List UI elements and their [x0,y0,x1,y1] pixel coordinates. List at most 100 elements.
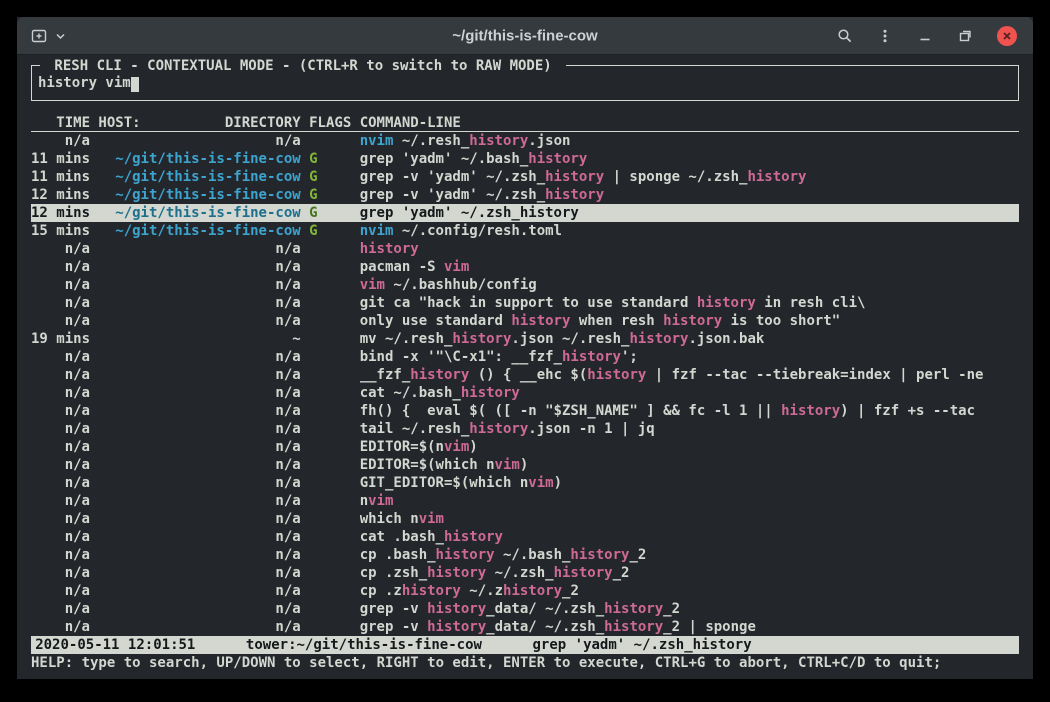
history-row[interactable]: 19 mins~mv ~/.resh_history.json ~/.resh_… [31,330,1019,348]
row-command: __fzf_history () { __ehc $(history | fzf… [360,366,1019,384]
row-time: 15 mins [31,222,90,240]
row-time: n/a [31,420,90,438]
row-time: n/a [31,132,90,150]
row-flags [309,528,351,546]
row-flags [309,276,351,294]
row-flags [309,582,351,600]
row-time: n/a [31,366,90,384]
status-bar: 2020-05-11 12:01:51tower:~/git/this-is-f… [31,636,1019,654]
restore-button[interactable] [957,28,973,44]
row-command: GIT_EDITOR=$(which nvim) [360,474,1019,492]
history-row[interactable]: n/a n/a history [31,240,1019,258]
minimize-button[interactable] [917,28,933,44]
row-time: 11 mins [31,150,90,168]
row-host-directory: n/a [98,132,300,150]
row-host-directory: n/a [98,438,300,456]
row-time: n/a [31,240,90,258]
new-tab-icon [31,28,47,44]
history-row[interactable]: 15 mins~/git/this-is-fine-cowGnvim ~/.co… [31,222,1019,240]
history-row[interactable]: n/an/atail ~/.resh_history.json -n 1 | j… [31,420,1019,438]
history-table: TIME HOST:DIRECTORY FLAGS COMMAND-LINE n… [31,114,1019,636]
titlebar[interactable]: ~/git/this-is-fine-cow [17,17,1033,55]
history-row[interactable]: n/an/avim ~/.bashhub/config [31,276,1019,294]
history-row[interactable]: n/an/anvim [31,492,1019,510]
history-row[interactable]: n/an/awhich nvim [31,510,1019,528]
row-time: n/a [31,294,90,312]
header-directory: DIRECTORY [225,114,301,131]
row-host-directory: n/a [98,312,300,330]
history-row[interactable]: n/a n/a bind -x '"\C-x1": __fzf_history'; [31,348,1019,366]
terminal-screen[interactable]: RESH CLI - CONTEXTUAL MODE - (CTRL+R to … [17,55,1033,679]
history-row[interactable]: n/an/acp .bash_history ~/.bash_history_2 [31,546,1019,564]
row-time: 12 mins [31,204,90,222]
search-input[interactable]: history vim [32,74,139,92]
history-row[interactable]: n/an/acp .zsh_history ~/.zsh_history_2 [31,564,1019,582]
row-flags [309,600,351,618]
row-command: grep 'yadm' ~/.zsh_history [360,204,1019,222]
history-row[interactable]: 12 mins~/git/this-is-fine-cowGgrep -v 'y… [31,186,1019,204]
titlebar-right-controls [837,26,1017,46]
row-command: grep -v 'yadm' ~/.zsh_history [360,186,1019,204]
history-row[interactable]: n/an/aGIT_EDITOR=$(which nvim) [31,474,1019,492]
row-time: n/a [31,258,90,276]
row-host-directory: ~/git/this-is-fine-cow [98,150,300,168]
history-row[interactable]: n/an/aonly use standard history when res… [31,312,1019,330]
row-command: history [360,240,1019,258]
history-row[interactable]: 11 mins~/git/this-is-fine-cowGgrep -v 'y… [31,168,1019,186]
resh-search-box: RESH CLI - CONTEXTUAL MODE - (CTRL+R to … [31,65,1019,101]
row-host-directory: n/a [98,456,300,474]
row-flags [309,258,351,276]
row-host-directory: n/a [98,348,300,366]
history-row[interactable]: n/an/agit ca "hack in support to use sta… [31,294,1019,312]
history-row-selected[interactable]: 12 mins~/git/this-is-fine-cowGgrep 'yadm… [31,204,1019,222]
history-row[interactable]: n/an/acp .zhistory ~/.zhistory_2 [31,582,1019,600]
history-row[interactable]: n/an/apacman -S vim [31,258,1019,276]
row-command: bind -x '"\C-x1": __fzf_history'; [360,348,1019,366]
row-flags [309,294,351,312]
row-host-directory: n/a [98,384,300,402]
search-icon [837,28,853,44]
row-flags [309,348,351,366]
history-rows: n/an/anvim ~/.resh_history.json11 mins~/… [31,132,1019,636]
menu-button[interactable] [877,28,893,44]
history-row[interactable]: n/an/aEDITOR=$(nvim) [31,438,1019,456]
history-row[interactable]: n/a n/a __fzf_history () { __ehc $(history… [31,366,1019,384]
search-button[interactable] [837,28,853,44]
row-host-directory: ~/git/this-is-fine-cow [98,168,300,186]
row-command: EDITOR=$(which nvim) [360,456,1019,474]
window-title: ~/git/this-is-fine-cow [452,27,597,44]
tab-list-dropdown-button[interactable] [55,28,66,44]
header-time: TIME [31,114,90,131]
history-row[interactable]: n/an/anvim ~/.resh_history.json [31,132,1019,150]
row-host-directory: n/a [98,366,300,384]
row-time: n/a [31,348,90,366]
row-host-directory: n/a [98,528,300,546]
row-command: cp .bash_history ~/.bash_history_2 [360,546,1019,564]
row-time: n/a [31,474,90,492]
row-time: n/a [31,312,90,330]
header-host-directory: HOST:DIRECTORY [98,114,300,131]
kebab-menu-icon [877,28,893,44]
history-row[interactable]: n/an/agrep -v history_data/ ~/.zsh_histo… [31,618,1019,636]
row-command: EDITOR=$(nvim) [360,438,1019,456]
row-flags [309,456,351,474]
terminal-window: ~/git/this-is-fine-cow [17,17,1033,679]
status-location: tower:~/git/this-is-fine-cow [246,637,482,653]
history-row[interactable]: n/an/acat .bash_history [31,528,1019,546]
history-row[interactable]: n/an/aEDITOR=$(which nvim) [31,456,1019,474]
row-flags [309,564,351,582]
history-row[interactable]: n/an/agrep -v history_data/ ~/.zsh_histo… [31,600,1019,618]
restore-icon [957,28,973,44]
close-button[interactable] [997,26,1017,46]
row-host-directory: n/a [98,546,300,564]
row-command: cp .zsh_history ~/.zsh_history_2 [360,564,1019,582]
row-command: git ca "hack in support to use standard … [360,294,1019,312]
row-flags [309,312,351,330]
history-row[interactable]: n/an/acat ~/.bash_history [31,384,1019,402]
row-host-directory: ~/git/this-is-fine-cow [98,186,300,204]
history-row[interactable]: 11 mins~/git/this-is-fine-cowGgrep 'yadm… [31,150,1019,168]
new-tab-button[interactable] [31,28,47,44]
row-host-directory: n/a [98,240,300,258]
history-row[interactable]: n/an/afh() { eval $( ([ -n "$ZSH_NAME" ]… [31,402,1019,420]
header-flags: FLAGS [309,114,351,131]
